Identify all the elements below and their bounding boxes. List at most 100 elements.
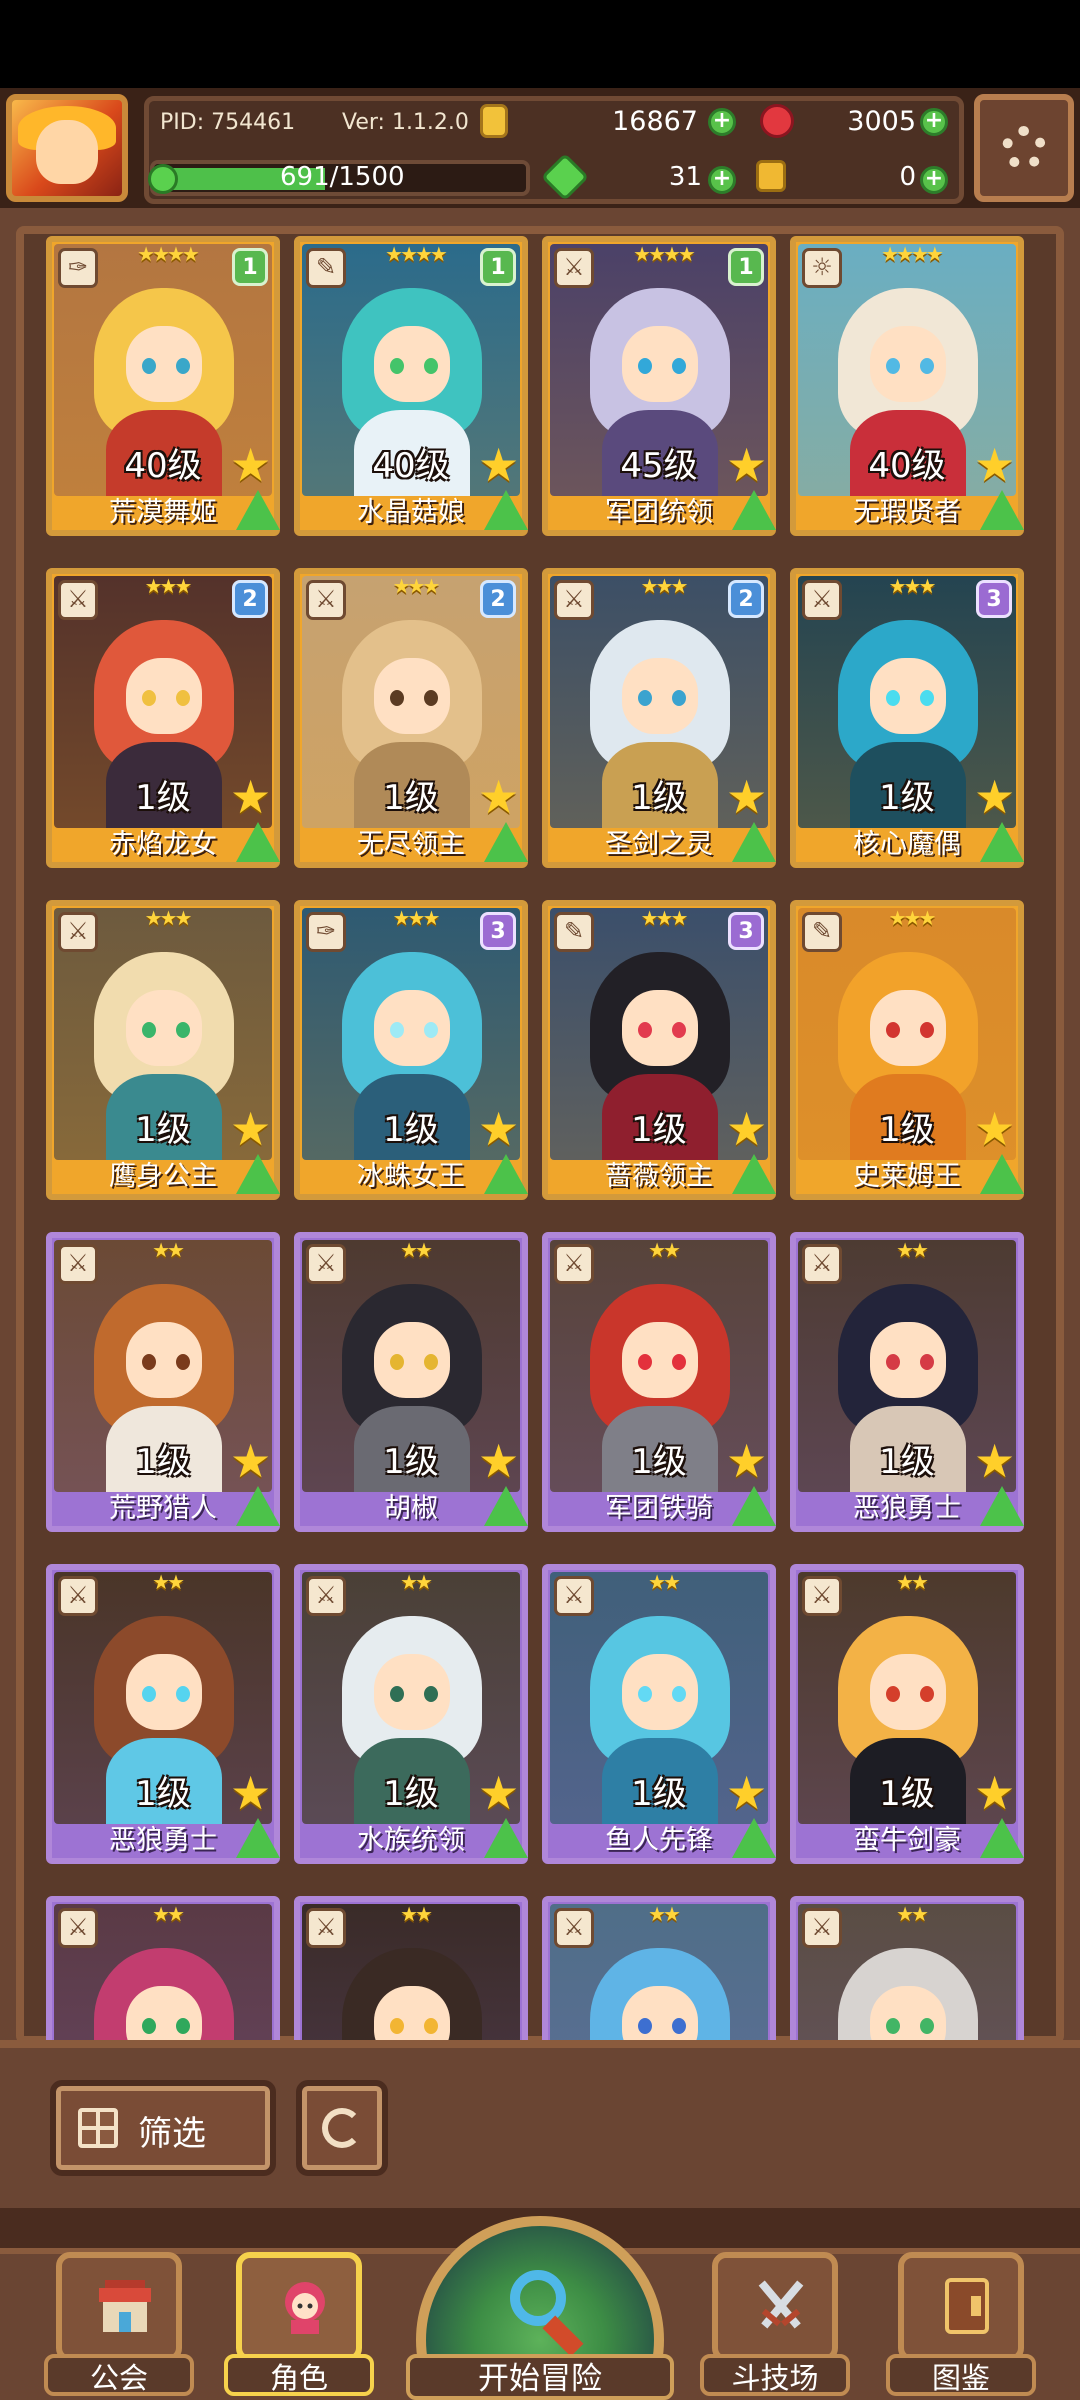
- character-card[interactable]: ⚔ ★★: [542, 1896, 776, 2046]
- character-card[interactable]: ⚔ ★★: [790, 1896, 1024, 2046]
- character-eye: [920, 1022, 934, 1038]
- character-face: [870, 1986, 946, 2046]
- star-rating: ★★: [896, 1902, 929, 1926]
- character-eye: [920, 2018, 934, 2034]
- sword-icon: ⚔: [802, 1908, 842, 1948]
- character-card[interactable]: ⚔ ★★★ 3 1级 ★ 核心魔偶: [790, 568, 1024, 868]
- sun-icon: ☼: [802, 248, 842, 288]
- character-figure: [84, 1940, 244, 2046]
- character-card[interactable]: ⚔ ★★★ 2 1级 ★ 圣剑之灵: [542, 568, 776, 868]
- rank-badge: 1: [728, 248, 764, 286]
- feather-icon: ✑: [306, 912, 346, 952]
- character-eye: [886, 358, 900, 374]
- filter-button[interactable]: 筛选: [50, 2080, 276, 2176]
- character-eye: [638, 1686, 652, 1702]
- star-upgrade-icon: ★: [230, 1434, 272, 1488]
- upgrade-arrow-icon: [484, 1154, 528, 1194]
- star-rating: ★★: [896, 1238, 929, 1262]
- upgrade-arrow-icon: [484, 1486, 528, 1526]
- character-card[interactable]: ⚔ ★★ 1级 ★ 蛮牛剑豪: [790, 1564, 1024, 1864]
- add-shards-plus-icon[interactable]: +: [708, 166, 736, 194]
- nav-codex[interactable]: 图鉴: [886, 2252, 1036, 2398]
- rank-badge: 3: [976, 580, 1012, 618]
- upgrade-arrow-icon: [980, 490, 1024, 530]
- nav-guild[interactable]: 公会: [44, 2252, 194, 2398]
- character-eye: [142, 690, 156, 706]
- grid-icon: [78, 2108, 118, 2148]
- rank-badge: 1: [480, 248, 516, 286]
- gear-icon: [1002, 126, 1046, 170]
- add-gems-plus-icon[interactable]: +: [920, 108, 948, 136]
- upgrade-arrow-icon: [732, 1486, 776, 1526]
- character-eye: [390, 2018, 404, 2034]
- character-card[interactable]: ⚔ ★★★ 2 1级 ★ 赤焰龙女: [46, 568, 280, 868]
- character-eye: [176, 1354, 190, 1370]
- wand-icon: ✎: [554, 912, 594, 952]
- character-card[interactable]: ✎ ★★★ 1级 ★ 史莱姆王: [790, 900, 1024, 1200]
- character-card[interactable]: ⚔ ★★ 1级 ★ 胡椒: [294, 1232, 528, 1532]
- star-rating: ★★★★: [385, 242, 448, 266]
- star-upgrade-icon: ★: [726, 770, 768, 824]
- character-eye: [920, 690, 934, 706]
- character-eye: [886, 690, 900, 706]
- character-card[interactable]: ✑ ★★★★ 1 40级 ★ 荒漠舞姬: [46, 236, 280, 536]
- upgrade-arrow-icon: [236, 490, 280, 530]
- player-avatar[interactable]: [6, 94, 128, 202]
- app-root: PID: 754461 Ver: 1.1.2.0 16867 + 3005 + …: [0, 0, 1080, 2400]
- character-face: [622, 1986, 698, 2046]
- star-upgrade-icon: ★: [726, 1434, 768, 1488]
- character-eye: [672, 690, 686, 706]
- filter-label: 筛选: [138, 2114, 206, 2154]
- nav-adventure[interactable]: 开始冒险: [404, 2216, 676, 2400]
- character-card[interactable]: ✎ ★★★ 3 1级 ★ 蔷薇领主: [542, 900, 776, 1200]
- character-eye: [390, 1686, 404, 1702]
- character-board: ✑ ★★★★ 1 40级 ★ 荒漠舞姬 ✎ ★★★★ 1 40级 ★ 水晶菇娘 ⚔ ★★★★ 1 45级 ★ 军团…: [0, 208, 1080, 2046]
- character-grid[interactable]: ✑ ★★★★ 1 40级 ★ 荒漠舞姬 ✎ ★★★★ 1 40级 ★ 水晶菇娘 ⚔ ★★★★ 1 45级 ★ 军团…: [46, 236, 1036, 2046]
- add-keys-plus-icon[interactable]: +: [920, 166, 948, 194]
- star-upgrade-icon: ★: [478, 770, 520, 824]
- upgrade-arrow-icon: [484, 822, 528, 862]
- character-face: [374, 990, 450, 1066]
- character-eye: [176, 358, 190, 374]
- star-rating: ★★★: [144, 906, 193, 930]
- character-card[interactable]: ⚔ ★★: [294, 1896, 528, 2046]
- character-card[interactable]: ✎ ★★★★ 1 40级 ★ 水晶菇娘: [294, 236, 528, 536]
- upgrade-arrow-icon: [236, 822, 280, 862]
- character-face: [870, 990, 946, 1066]
- star-rating: ★★★: [888, 906, 937, 930]
- character-eye: [142, 1686, 156, 1702]
- character-card[interactable]: ⚔ ★★ 1级 ★ 恶狼勇士: [790, 1232, 1024, 1532]
- character-card[interactable]: ⚔ ★★★★ 1 45级 ★ 军团统领: [542, 236, 776, 536]
- nav-arena[interactable]: 斗技场: [700, 2252, 850, 2398]
- character-card[interactable]: ✑ ★★★ 3 1级 ★ 冰蛛女王: [294, 900, 528, 1200]
- character-eye: [638, 690, 652, 706]
- refresh-button[interactable]: [296, 2080, 388, 2176]
- character-card[interactable]: ⚔ ★★★ 2 1级 ★ 无尽领主: [294, 568, 528, 868]
- star-rating: ★★: [152, 1902, 185, 1926]
- character-eye: [424, 690, 438, 706]
- character-card[interactable]: ⚔ ★★: [46, 1896, 280, 2046]
- star-upgrade-icon: ★: [478, 1766, 520, 1820]
- character-eye: [176, 1686, 190, 1702]
- nav-roles[interactable]: 角色: [224, 2252, 374, 2398]
- character-card[interactable]: ☼ ★★★★ 40级 ★ 无瑕贤者: [790, 236, 1024, 536]
- settings-button[interactable]: [974, 94, 1074, 202]
- character-card[interactable]: ⚔ ★★ 1级 ★ 鱼人先锋: [542, 1564, 776, 1864]
- star-rating: ★★★★: [881, 242, 944, 266]
- nav-arena-tile: [712, 2252, 838, 2362]
- sword-icon: ⚔: [58, 912, 98, 952]
- character-card[interactable]: ⚔ ★★ 1级 ★ 荒野猎人: [46, 1232, 280, 1532]
- sword-icon: ⚔: [306, 1908, 346, 1948]
- character-eye: [424, 358, 438, 374]
- character-face: [622, 990, 698, 1066]
- star-rating: ★★: [896, 1570, 929, 1594]
- character-card[interactable]: ⚔ ★★ 1级 ★ 水族统领: [294, 1564, 528, 1864]
- character-card[interactable]: ⚔ ★★ 1级 ★ 恶狼勇士: [46, 1564, 280, 1864]
- sword-icon: ⚔: [58, 1576, 98, 1616]
- star-rating: ★★: [648, 1570, 681, 1594]
- character-card[interactable]: ⚔ ★★ 1级 ★ 军团铁骑: [542, 1232, 776, 1532]
- add-gold-plus-icon[interactable]: +: [708, 108, 736, 136]
- character-card[interactable]: ⚔ ★★★ 1级 ★ 鹰身公主: [46, 900, 280, 1200]
- gold-count: 16867: [612, 106, 698, 137]
- rank-badge: 1: [232, 248, 268, 286]
